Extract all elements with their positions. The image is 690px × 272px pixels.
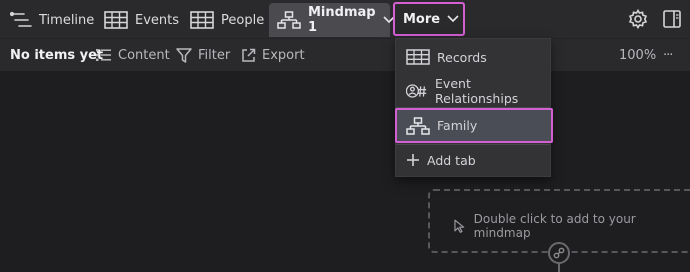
menu-item-records[interactable]: Records (400, 41, 548, 73)
export-label: Export (262, 47, 305, 63)
tab-people-label: People (221, 12, 265, 28)
tab-people[interactable]: People (182, 3, 272, 37)
gear-icon[interactable] (628, 9, 648, 29)
list-icon (96, 49, 111, 61)
export-icon (242, 48, 256, 62)
cursor-icon (454, 219, 465, 233)
menu-item-event-relationships[interactable]: Event Relationships (400, 75, 548, 107)
connector-handle[interactable] (548, 242, 570, 264)
mindmap-icon (277, 11, 301, 29)
content-button[interactable]: Content (96, 39, 170, 71)
toolbar: No items yet Content Filter Export 100% … (0, 38, 690, 71)
menu-item-family[interactable]: Family (395, 108, 553, 143)
chevron-down-icon (447, 15, 459, 23)
add-tab-label: Add tab (427, 152, 476, 168)
tab-mindmap-label: Mindmap 1 (308, 5, 376, 35)
tab-more[interactable]: More (393, 2, 465, 36)
tab-mindmap[interactable]: Mindmap 1 (269, 3, 395, 37)
filter-label: Filter (198, 47, 231, 63)
mindmap-icon (406, 116, 430, 135)
tab-more-label: More (403, 11, 441, 27)
filter-icon (176, 47, 192, 63)
menu-item-family-label: Family (437, 118, 478, 133)
plus-icon (407, 154, 419, 166)
tab-timeline-label: Timeline (39, 12, 95, 28)
tab-bar: Timeline Events People Mindmap 1 More (0, 0, 690, 38)
more-dropdown-menu: Records Event Relationships Family Add t… (395, 38, 553, 177)
tab-timeline[interactable]: Timeline (2, 3, 102, 37)
dropzone-hint-text: Double click to add to your mindmap (473, 212, 636, 240)
tab-events[interactable]: Events (96, 3, 187, 37)
timeline-icon (10, 11, 32, 27)
grid-icon (104, 11, 128, 29)
person-hash-icon (406, 84, 427, 98)
dropzone-hint: Double click to add to your mindmap (454, 212, 690, 240)
export-button[interactable]: Export (241, 39, 305, 71)
filter-button[interactable]: Filter (176, 39, 230, 71)
menu-item-event-relationships-label: Event Relationships (435, 76, 519, 106)
add-tab-button[interactable]: Add tab (400, 144, 548, 176)
link-icon (553, 247, 565, 259)
panel-toggle-icon[interactable] (662, 9, 682, 29)
status-text: No items yet (10, 47, 104, 63)
grid-icon (406, 49, 430, 65)
tab-events-label: Events (135, 12, 180, 28)
grid-icon (190, 11, 214, 29)
zoom-level[interactable]: 100% (619, 39, 656, 71)
menu-item-records-label: Records (437, 49, 487, 65)
overflow-menu-button[interactable]: ··· (663, 39, 673, 71)
content-label: Content (118, 47, 170, 63)
